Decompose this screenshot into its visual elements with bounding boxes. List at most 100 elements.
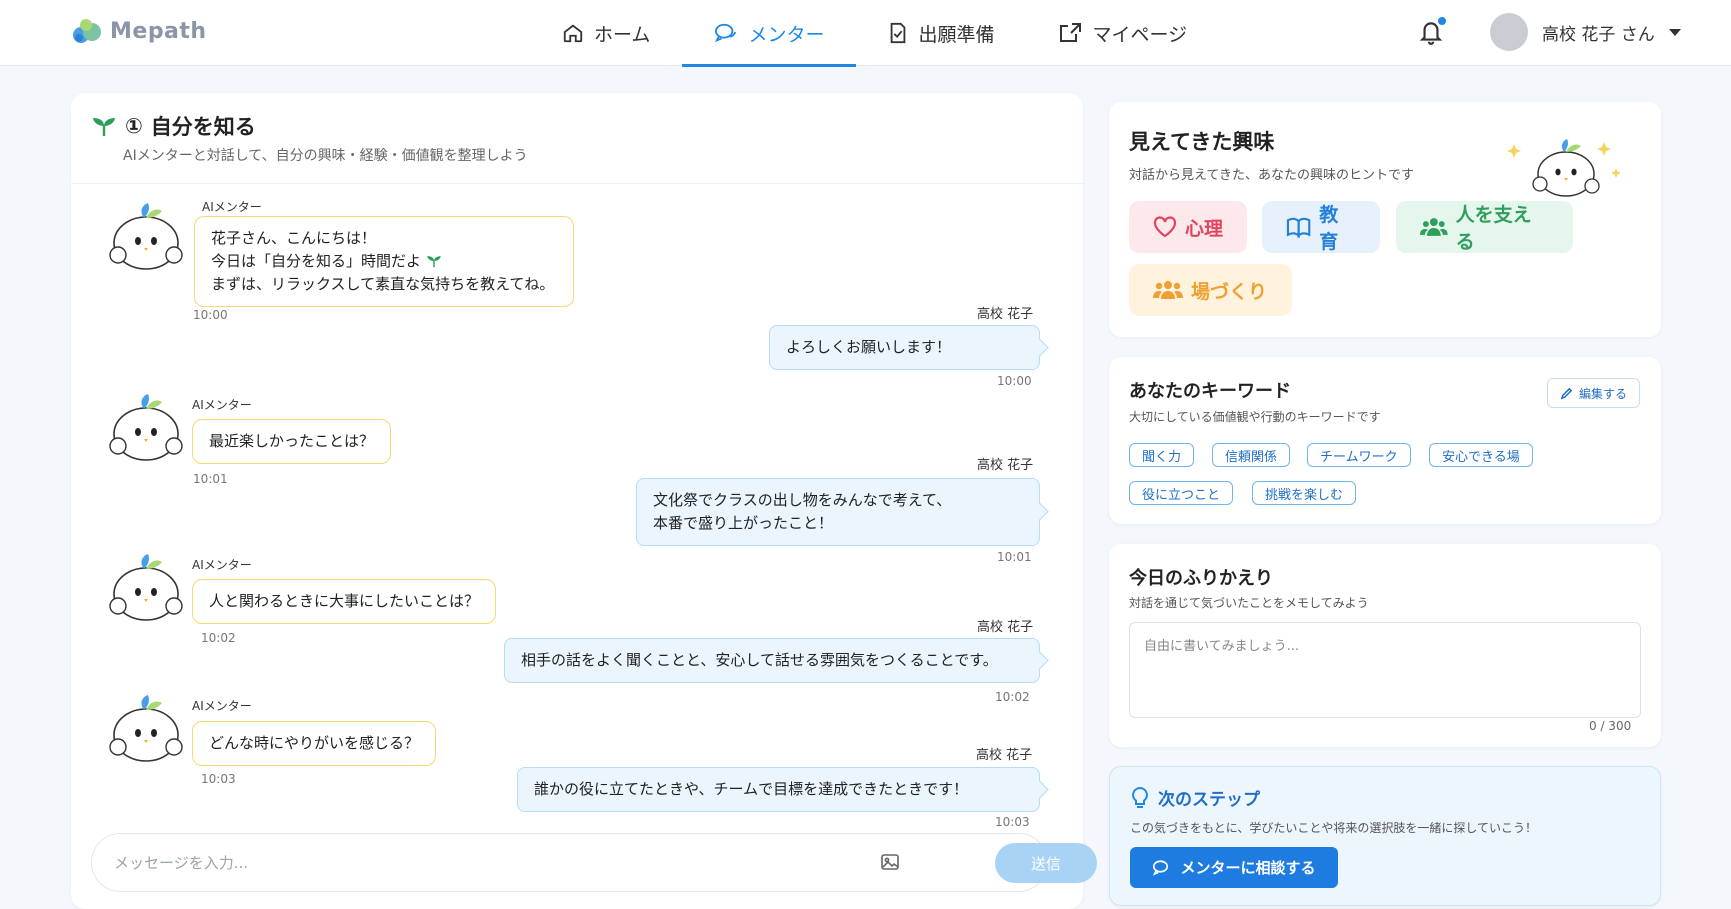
interest-label: 人を支える	[1455, 204, 1532, 253]
next-step-card: 次のステップ この気づきをもとに、学びたいことや将来の選択肢を一緒に探していこう…	[1109, 766, 1661, 906]
user-bubble: よろしくお願いします！	[769, 325, 1040, 370]
message-line: 誰かの役に立てたときや、チームで目標を達成できたときです！	[534, 780, 969, 798]
ai-sender-name: AIメンター	[192, 699, 252, 713]
message-line: 今日は「自分を知る」時間だよ	[211, 250, 557, 273]
message-composer: 送信	[91, 833, 1097, 892]
ai-bubble: 花子さん、こんにちは！ 今日は「自分を知る」時間だよ まずは、リラックスして素直…	[194, 216, 574, 307]
user-sender-name: 高校 花子	[977, 307, 1034, 322]
external-link-icon	[1060, 23, 1082, 42]
keyword-tag[interactable]: 挑戦を楽しむ	[1252, 481, 1357, 505]
chat-header: ① 自分を知る AIメンターと対話して、自分の興味・経験・価値観を整理しよう	[71, 93, 1083, 184]
nav-application-label: 出願準備	[918, 23, 995, 46]
message-time: 10:00	[193, 308, 228, 322]
message-line: 花子さん、こんにちは！	[211, 229, 377, 247]
step-title: 自分を知る	[150, 115, 256, 139]
mascot-icon	[109, 394, 183, 461]
nav-mentor[interactable]: メンター	[682, 0, 857, 67]
mascot-icon	[109, 203, 183, 270]
message-time: 10:03	[201, 772, 236, 786]
next-step-title: 次のステップ	[1158, 790, 1260, 810]
keywords-title: あなたのキーワード	[1129, 381, 1291, 402]
consult-mentor-button[interactable]: メンターに相談する	[1130, 847, 1338, 888]
attach-image-button[interactable]	[880, 852, 900, 876]
send-button[interactable]: 送信	[995, 843, 1097, 883]
reflection-card: 今日のふりかえり 対話を通じて気づいたことをメモしてみよう 0 / 300	[1109, 544, 1661, 747]
edit-keywords-button[interactable]: 編集する	[1547, 378, 1641, 408]
book-icon	[1286, 217, 1311, 238]
logo-text: Mepath	[110, 18, 207, 44]
ai-sender-name: AIメンター	[192, 558, 252, 572]
message-time: 10:00	[997, 374, 1032, 388]
keywords-card: あなたのキーワード 大切にしている価値観や行動のキーワードです 編集する 聞く力…	[1109, 357, 1661, 524]
nav-home-label: ホーム	[594, 23, 651, 46]
next-step-subtitle: この気づきをもとに、学びたいことや将来の選択肢を一緒に探していこう！	[1130, 821, 1538, 835]
interest-chip-place[interactable]: 場づくり	[1129, 264, 1292, 316]
nav-application[interactable]: 出願準備	[856, 0, 1026, 66]
nav-home[interactable]: ホーム	[530, 0, 682, 66]
keyword-tag[interactable]: 安心できる場	[1429, 443, 1533, 467]
top-header: Mepath ホーム メンター 出願準備 マイページ 高校 花子 さん	[0, 0, 1731, 67]
lightbulb-icon	[1132, 786, 1148, 808]
nav-mentor-label: メンター	[748, 23, 825, 46]
chat-icon	[1153, 859, 1169, 876]
home-icon	[563, 24, 583, 43]
message-line: 文化祭でクラスの出し物をみんなで考えて、	[653, 491, 952, 509]
pencil-icon	[1560, 387, 1573, 399]
ai-bubble: 最近楽しかったことは？	[192, 419, 392, 464]
message-time: 10:02	[201, 631, 236, 645]
avatar	[1490, 13, 1528, 51]
keyword-tag[interactable]: チームワーク	[1307, 443, 1411, 467]
keyword-tag[interactable]: 信頼関係	[1212, 443, 1291, 467]
ai-bubble: どんな時にやりがいを感じる？	[192, 721, 437, 766]
message-line: どんな時にやりがいを感じる？	[209, 734, 420, 752]
ai-bubble: 人と関わるときに大事にしたいことは？	[192, 579, 497, 624]
page-title: ① 自分を知る	[91, 111, 256, 141]
notification-dot	[1438, 17, 1446, 25]
message-time: 10:03	[995, 815, 1030, 829]
message-line: 相手の話をよく聞くことと、安心して話せる雰囲気をつくることです。	[521, 651, 998, 669]
people-icon	[1420, 218, 1448, 236]
nav-mypage[interactable]: マイページ	[1026, 0, 1219, 66]
message-time: 10:01	[193, 472, 228, 486]
logo-icon	[73, 19, 101, 43]
logo[interactable]: Mepath	[70, 16, 207, 46]
reflection-subtitle: 対話を通じて気づいたことをメモしてみよう	[1129, 596, 1369, 610]
user-name: 高校 花子 さん	[1542, 24, 1655, 45]
user-bubble: 文化祭でクラスの出し物をみんなで考えて、 本番で盛り上がったこと！	[636, 478, 1040, 546]
message-time: 10:01	[997, 550, 1032, 564]
next-step-header: 次のステップ	[1130, 785, 1260, 810]
interest-chip-education[interactable]: 教育	[1262, 201, 1380, 253]
mascot-icon	[109, 554, 183, 621]
interest-label: 場づくり	[1191, 280, 1268, 303]
heart-icon	[1153, 216, 1177, 238]
ai-sender-name: AIメンター	[192, 398, 252, 412]
user-bubble: 誰かの役に立てたときや、チームで目標を達成できたときです！	[517, 767, 1040, 812]
message-input[interactable]	[114, 848, 754, 878]
interests-card: 見えてきた興味 対話から見えてきた、あなたの興味のヒントです 心理 教育 人を支…	[1109, 102, 1661, 337]
user-sender-name: 高校 花子	[976, 748, 1033, 763]
message-time: 10:02	[995, 690, 1030, 704]
message-line: まずは、リラックスして素直な気持ちを教えてね。	[211, 275, 555, 293]
interest-label: 心理	[1185, 217, 1224, 240]
user-menu[interactable]: 高校 花子 さん	[1490, 13, 1681, 51]
keyword-tag[interactable]: 聞く力	[1129, 443, 1195, 467]
group-icon	[1153, 281, 1183, 299]
step-number: ①	[125, 114, 143, 138]
sprout-icon	[93, 118, 115, 136]
user-sender-name: 高校 花子	[977, 458, 1034, 473]
interest-chip-psychology[interactable]: 心理	[1129, 201, 1247, 253]
interests-title: 見えてきた興味	[1129, 130, 1275, 154]
keyword-tag[interactable]: 役に立つこと	[1129, 481, 1234, 505]
reflection-textarea[interactable]	[1129, 622, 1641, 718]
edit-label: 編集する	[1579, 386, 1628, 401]
interest-chip-support[interactable]: 人を支える	[1396, 201, 1573, 253]
interest-label: 教育	[1319, 204, 1339, 253]
reflection-title: 今日のふりかえり	[1129, 568, 1273, 589]
mascot-icon	[109, 695, 183, 762]
notification-button[interactable]	[1418, 17, 1446, 50]
message-line: 人と関わるときに大事にしたいことは？	[209, 592, 480, 610]
chat-icon	[715, 23, 737, 43]
message-line: 最近楽しかったことは？	[209, 432, 375, 450]
keywords-subtitle: 大切にしている価値観や行動のキーワードです	[1129, 410, 1381, 424]
chat-panel: ① 自分を知る AIメンターと対話して、自分の興味・経験・価値観を整理しよう A…	[71, 93, 1097, 909]
